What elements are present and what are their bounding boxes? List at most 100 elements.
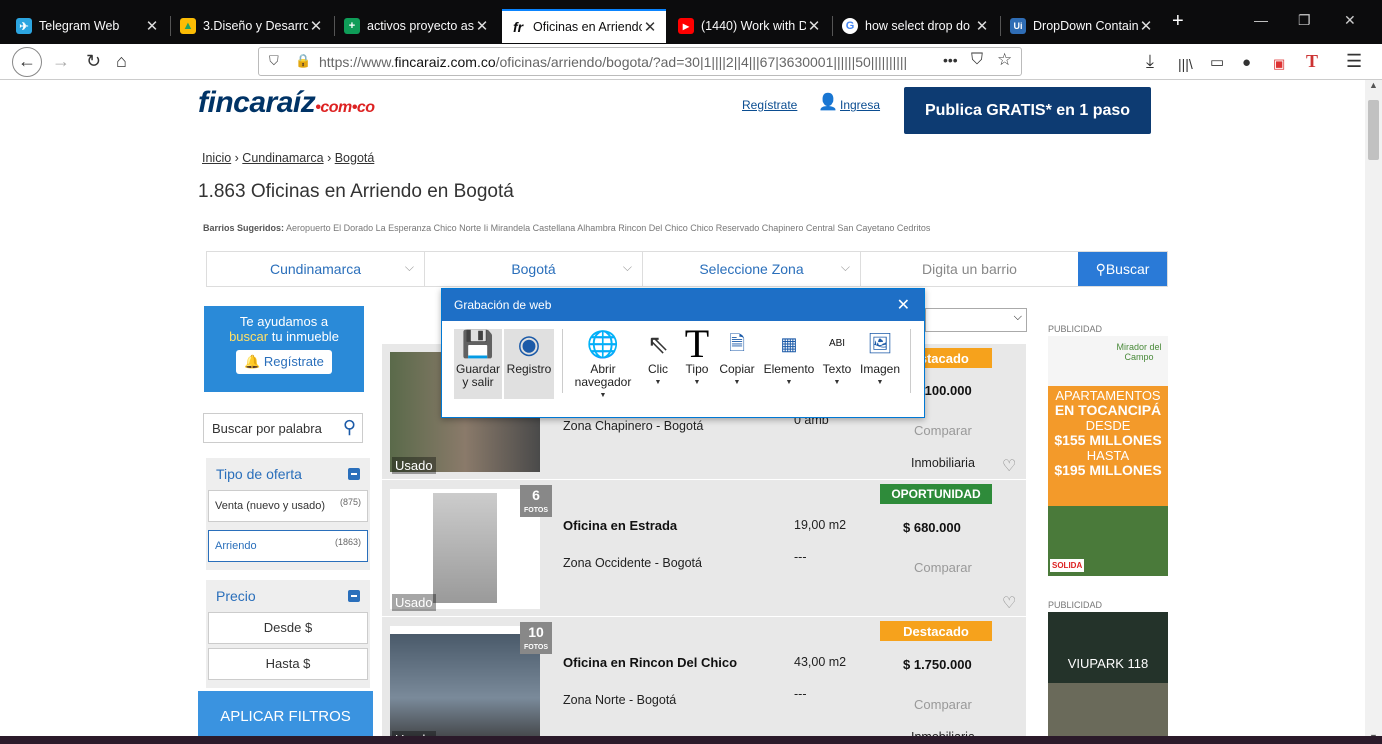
tab-sheets[interactable]: + activos proyecto as ✕ <box>336 9 498 43</box>
favorite-heart-icon[interactable]: ♡ <box>1002 593 1016 613</box>
scrollbar-thumb[interactable] <box>1368 100 1379 160</box>
close-icon[interactable]: ✕ <box>897 295 910 315</box>
bookmark-star-icon[interactable]: ☆ <box>997 50 1012 70</box>
keyword-search-input[interactable]: Buscar por palabra ⚲ <box>203 413 363 443</box>
taskbar <box>0 736 1382 744</box>
chevron-down-icon: ⌵ <box>404 260 414 274</box>
listing-card[interactable]: Usado 6 FOTOS Oficina en Estrada Zona Occ… <box>382 481 1026 617</box>
compare-button[interactable]: Comparar <box>914 560 972 575</box>
tab-fincaraiz[interactable]: fr Oficinas en Arriendo ✕ <box>502 9 666 43</box>
listing-title[interactable]: Oficina en Estrada <box>563 518 677 533</box>
search-button[interactable]: ⚲ Buscar <box>1078 252 1167 286</box>
help-box: Te ayudamos a buscar tu inmueble 🔔 Regís… <box>204 306 364 392</box>
record-icon: ◉ <box>517 329 541 359</box>
filter-venta[interactable]: Venta (nuevo y usado) (875) <box>208 490 368 522</box>
breadcrumb-inicio[interactable]: Inicio <box>202 151 231 165</box>
save-and-exit-button[interactable]: 💾 Guardar y salir <box>454 329 502 399</box>
restore-icon[interactable]: ❐ <box>1298 12 1311 29</box>
back-icon[interactable]: ← <box>12 47 42 77</box>
compare-button[interactable]: Comparar <box>914 423 972 438</box>
tab-youtube[interactable]: ▶ (1440) Work with Dr ✕ <box>670 9 830 43</box>
listing-title[interactable]: Oficina en Rincon Del Chico <box>563 655 737 670</box>
close-tab-icon[interactable]: ✕ <box>474 17 490 35</box>
library-icon[interactable]: |||\ <box>1178 53 1193 75</box>
type-button[interactable]: T Tipo ▼ <box>680 324 714 399</box>
account-icon[interactable]: ● <box>1242 52 1251 74</box>
home-icon[interactable]: ⌂ <box>116 50 127 72</box>
text-button[interactable]: ABI Texto ▼ <box>820 329 854 399</box>
minimize-icon[interactable]: — <box>1254 12 1268 28</box>
copy-document-icon: 🗎 <box>728 333 746 355</box>
image-button[interactable]: 🖼 Imagen ▼ <box>856 329 904 399</box>
click-button[interactable]: ⇖ Clic ▼ <box>642 329 674 399</box>
site-logo[interactable]: fincaraíz•com•co <box>198 86 375 120</box>
sort-select[interactable]: ⌵ <box>925 308 1027 332</box>
url-text[interactable]: https://www.fincaraiz.com.co/oficinas/ar… <box>319 54 939 70</box>
menu-icon[interactable]: ☰ <box>1346 50 1362 72</box>
register-link[interactable]: Regístrate <box>742 98 797 112</box>
forward-icon[interactable]: → <box>52 50 70 72</box>
bell-icon: 🔔 <box>244 354 261 369</box>
compare-button[interactable]: Comparar <box>914 697 972 712</box>
offer-type-filter: Tipo de oferta Venta (nuevo y usado) (875… <box>206 458 370 570</box>
tab-uipath[interactable]: Ui DropDown Contain ✕ <box>1002 9 1162 43</box>
pocket-save-icon[interactable]: ▣ <box>1273 53 1285 75</box>
close-tab-icon[interactable]: ✕ <box>806 17 822 35</box>
close-tab-icon[interactable]: ✕ <box>144 17 160 35</box>
element-button[interactable]: ▦ Elemento ▼ <box>760 329 818 399</box>
more-actions-icon[interactable]: ••• <box>943 52 958 68</box>
tab-google[interactable]: G how select drop do ✕ <box>834 9 998 43</box>
advertisement-tocancipa[interactable]: Mirador del Campo APARTAMENTOS EN TOCANC… <box>1048 336 1168 576</box>
collapse-icon[interactable] <box>348 468 360 480</box>
copy-button[interactable]: 🗎 Copiar ▼ <box>716 329 758 399</box>
shield-icon[interactable]: ⛉ <box>269 53 279 69</box>
listing-photo[interactable]: Usado <box>390 489 540 611</box>
advertisement-viupark[interactable]: VIUPARK 118 <box>1048 612 1168 744</box>
reload-icon[interactable]: ↻ <box>86 50 101 72</box>
listing-card[interactable]: Usado 10FOTOS Oficina en Rincon Del Chic… <box>382 618 1026 744</box>
help-register-button[interactable]: 🔔 Regístrate <box>236 350 332 374</box>
city-select[interactable]: Bogotá ⌵ <box>425 252 643 286</box>
close-tab-icon[interactable]: ✕ <box>308 17 324 35</box>
telegram-icon: ✈ <box>16 18 32 34</box>
suggested-barrios: Barrios Sugeridos: Aeropuerto El Dorado … <box>203 223 931 233</box>
nav-bar: ← → ↻ ⌂ ⛉ 🔒 https://www.fincaraiz.com.co… <box>0 44 1382 80</box>
new-tab-icon[interactable]: + <box>1172 10 1184 33</box>
open-browser-button[interactable]: 🌐 Abrir navegador ▼ <box>568 329 638 399</box>
tab-telegram[interactable]: ✈ Telegram Web ✕ <box>8 9 168 43</box>
chevron-down-icon: ⌵ <box>1013 311 1022 323</box>
download-icon[interactable]: ⤓ <box>1146 50 1154 72</box>
tab-drive[interactable]: ▲ 3.Diseño y Desarrollo ✕ <box>172 9 332 43</box>
price-filter: Precio Desde $ Hasta $ <box>206 580 370 688</box>
close-tab-icon[interactable]: ✕ <box>974 17 990 35</box>
page-title: 1.863 Oficinas en Arriendo en Bogotá <box>198 181 514 202</box>
google-icon: G <box>842 18 858 34</box>
close-window-icon[interactable]: ✕ <box>1344 12 1356 29</box>
collapse-icon[interactable] <box>348 590 360 602</box>
pocket-icon[interactable]: ⛉ <box>971 51 983 69</box>
zone-select[interactable]: Seleccione Zona ⌵ <box>643 252 861 286</box>
filter-arriendo[interactable]: Arriendo (1863) <box>208 530 368 562</box>
translate-icon[interactable]: T <box>1306 50 1318 72</box>
department-select[interactable]: Cundinamarca ⌵ <box>207 252 425 286</box>
price-from-input[interactable]: Desde $ <box>208 612 368 644</box>
scrollbar[interactable]: ▲ ▼ <box>1365 80 1382 744</box>
price-to-input[interactable]: Hasta $ <box>208 648 368 680</box>
publish-button[interactable]: Publica GRATIS* en 1 paso <box>904 87 1151 134</box>
apply-filters-button[interactable]: APLICAR FILTROS <box>198 691 373 741</box>
user-icon: 👤 <box>818 94 838 111</box>
sidebar-icon[interactable]: ▭ <box>1210 52 1224 74</box>
login-link[interactable]: Ingresa <box>840 98 880 112</box>
breadcrumb-cundinamarca[interactable]: Cundinamarca <box>242 151 323 165</box>
barrio-input[interactable]: Digita un barrio <box>861 252 1079 286</box>
listing-photo[interactable]: Usado <box>390 626 540 744</box>
favorite-heart-icon[interactable]: ♡ <box>1002 456 1016 476</box>
url-bar[interactable]: ⛉ 🔒 https://www.fincaraiz.com.co/oficina… <box>258 47 1022 76</box>
element-icon: ▦ <box>780 334 798 354</box>
record-button[interactable]: ◉ Registro <box>504 329 554 399</box>
breadcrumb-bogota[interactable]: Bogotá <box>335 151 375 165</box>
close-tab-icon[interactable]: ✕ <box>1138 17 1154 35</box>
scroll-up-icon[interactable]: ▲ <box>1365 80 1382 90</box>
close-tab-icon[interactable]: ✕ <box>642 18 658 36</box>
search-icon[interactable]: ⚲ <box>343 417 356 438</box>
